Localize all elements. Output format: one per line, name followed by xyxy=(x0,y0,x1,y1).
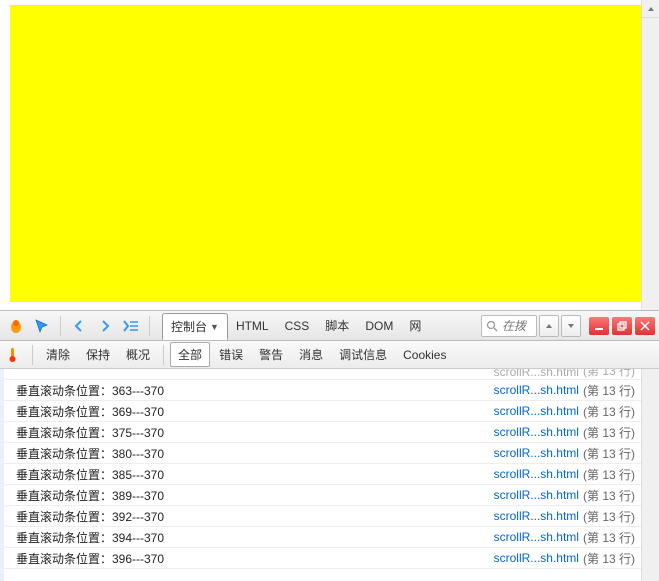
search-next-button[interactable] xyxy=(561,315,581,337)
scroll-up-button[interactable] xyxy=(642,0,659,18)
log-line: (第 13 行) xyxy=(583,382,635,399)
search-box[interactable] xyxy=(481,315,537,337)
filter-debug[interactable]: 调试信息 xyxy=(332,343,394,366)
search-icon xyxy=(486,320,498,332)
tab-label: DOM xyxy=(365,319,393,333)
page-content-area xyxy=(0,0,659,310)
log-line: (第 13 行) xyxy=(583,445,635,462)
log-source-link[interactable]: scrollR...sh.html xyxy=(494,446,579,460)
profile-button[interactable]: 概况 xyxy=(119,343,157,366)
log-line: (第 13 行) xyxy=(583,550,635,567)
log-message: 垂直滚动条位置：396---370 xyxy=(16,550,164,567)
log-line: (第 13 行) xyxy=(583,529,635,546)
scroll-track[interactable] xyxy=(642,18,659,310)
tab-net[interactable]: 网 xyxy=(401,313,429,338)
nav-back-button[interactable] xyxy=(67,314,91,338)
log-line: (第 13 行) xyxy=(583,424,635,441)
yellow-block xyxy=(10,5,641,302)
log-message: 垂直滚动条位置：389---370 xyxy=(16,487,164,504)
tab-html[interactable]: HTML xyxy=(228,315,277,337)
log-line: (第 13 行) xyxy=(583,466,635,483)
minimize-button[interactable] xyxy=(589,317,609,335)
log-line: (第 13 行) xyxy=(583,369,635,379)
tab-label: 网 xyxy=(409,317,421,334)
log-row: 垂直滚动条位置：392---370 scrollR...sh.html (第 13 … xyxy=(4,506,641,527)
separator xyxy=(149,316,150,336)
detach-button[interactable] xyxy=(612,317,632,335)
filter-errors[interactable]: 错误 xyxy=(212,343,250,366)
separator xyxy=(163,345,164,365)
window-buttons xyxy=(589,317,655,335)
chevron-down-icon[interactable]: ▼ xyxy=(210,322,219,332)
separator xyxy=(32,345,33,365)
log-message: 垂直滚动条位置：380---370 xyxy=(16,445,164,462)
log-source-link[interactable]: scrollR...sh.html xyxy=(494,404,579,418)
console-scrollbar[interactable] xyxy=(641,369,659,581)
search-input[interactable] xyxy=(502,319,532,333)
tab-console[interactable]: 控制台 ▼ xyxy=(162,313,228,340)
inspect-icon[interactable] xyxy=(30,314,54,338)
devtools-main-toolbar: 控制台 ▼ HTML CSS 脚本 DOM 网 xyxy=(0,310,659,341)
close-button[interactable] xyxy=(635,317,655,335)
filter-info[interactable]: 消息 xyxy=(292,343,330,366)
separator xyxy=(60,316,61,336)
log-message: 垂直滚动条位置：394---370 xyxy=(16,529,164,546)
tab-css[interactable]: CSS xyxy=(277,315,318,337)
break-on-icon[interactable] xyxy=(6,347,22,363)
clear-button[interactable]: 清除 xyxy=(39,343,77,366)
log-source-link[interactable]: scrollR...sh.html xyxy=(494,551,579,565)
search-prev-button[interactable] xyxy=(539,315,559,337)
log-message: 垂直滚动条位置：375---370 xyxy=(16,424,164,441)
tab-label: HTML xyxy=(236,319,269,333)
log-row: 垂直滚动条位置：380---370 scrollR...sh.html (第 13 … xyxy=(4,443,641,464)
filter-all[interactable]: 全部 xyxy=(170,342,210,367)
console-filter-toolbar: 清除 保持 概况 全部 错误 警告 消息 调试信息 Cookies xyxy=(0,341,659,369)
log-message: 垂直滚动条位置：385---370 xyxy=(16,466,164,483)
log-row: 垂直滚动条位置：389---370 scrollR...sh.html (第 13 … xyxy=(4,485,641,506)
log-row: 垂直滚动条位置：369---370 scrollR...sh.html (第 13 … xyxy=(4,401,641,422)
command-line-icon[interactable] xyxy=(119,314,143,338)
log-row: 垂直滚动条位置：375---370 scrollR...sh.html (第 13 … xyxy=(4,422,641,443)
nav-forward-button[interactable] xyxy=(93,314,117,338)
tab-dom[interactable]: DOM xyxy=(357,315,401,337)
log-message: 垂直滚动条位置：363---370 xyxy=(16,382,164,399)
log-line: (第 13 行) xyxy=(583,508,635,525)
log-row: 垂直滚动条位置：363---370 scrollR...sh.html (第 13 … xyxy=(4,380,641,401)
log-source-link[interactable]: scrollR...sh.html xyxy=(494,509,579,523)
console-body[interactable]: xscrollR...sh.html(第 13 行)垂直滚动条位置：363---… xyxy=(0,369,641,581)
tab-script[interactable]: 脚本 xyxy=(317,313,357,338)
panel-tabs: 控制台 ▼ HTML CSS 脚本 DOM 网 xyxy=(162,312,429,339)
log-message: 垂直滚动条位置：392---370 xyxy=(16,508,164,525)
log-source-link[interactable]: scrollR...sh.html xyxy=(494,383,579,397)
log-row: 垂直滚动条位置：396---370 scrollR...sh.html (第 13 … xyxy=(4,548,641,569)
firebug-icon[interactable] xyxy=(4,314,28,338)
tab-label: CSS xyxy=(285,319,310,333)
log-line: (第 13 行) xyxy=(583,403,635,420)
log-message: 垂直滚动条位置：369---370 xyxy=(16,403,164,420)
log-source-link[interactable]: scrollR...sh.html xyxy=(494,530,579,544)
log-source-link[interactable]: scrollR...sh.html xyxy=(494,467,579,481)
page-vertical-scrollbar[interactable] xyxy=(641,0,659,310)
log-line: (第 13 行) xyxy=(583,487,635,504)
tab-label: 脚本 xyxy=(325,317,349,334)
log-row: xscrollR...sh.html(第 13 行) xyxy=(4,369,641,380)
log-row: 垂直滚动条位置：394---370 scrollR...sh.html (第 13 … xyxy=(4,527,641,548)
tab-label: 控制台 xyxy=(171,318,207,335)
filter-warnings[interactable]: 警告 xyxy=(252,343,290,366)
log-row: 垂直滚动条位置：385---370 scrollR...sh.html (第 13 … xyxy=(4,464,641,485)
persist-button[interactable]: 保持 xyxy=(79,343,117,366)
log-source-link[interactable]: scrollR...sh.html xyxy=(494,488,579,502)
filter-cookies[interactable]: Cookies xyxy=(396,345,453,365)
log-source-link[interactable]: scrollR...sh.html xyxy=(494,425,579,439)
console-output: xscrollR...sh.html(第 13 行)垂直滚动条位置：363---… xyxy=(0,369,659,581)
log-source-link[interactable]: scrollR...sh.html xyxy=(494,369,579,379)
